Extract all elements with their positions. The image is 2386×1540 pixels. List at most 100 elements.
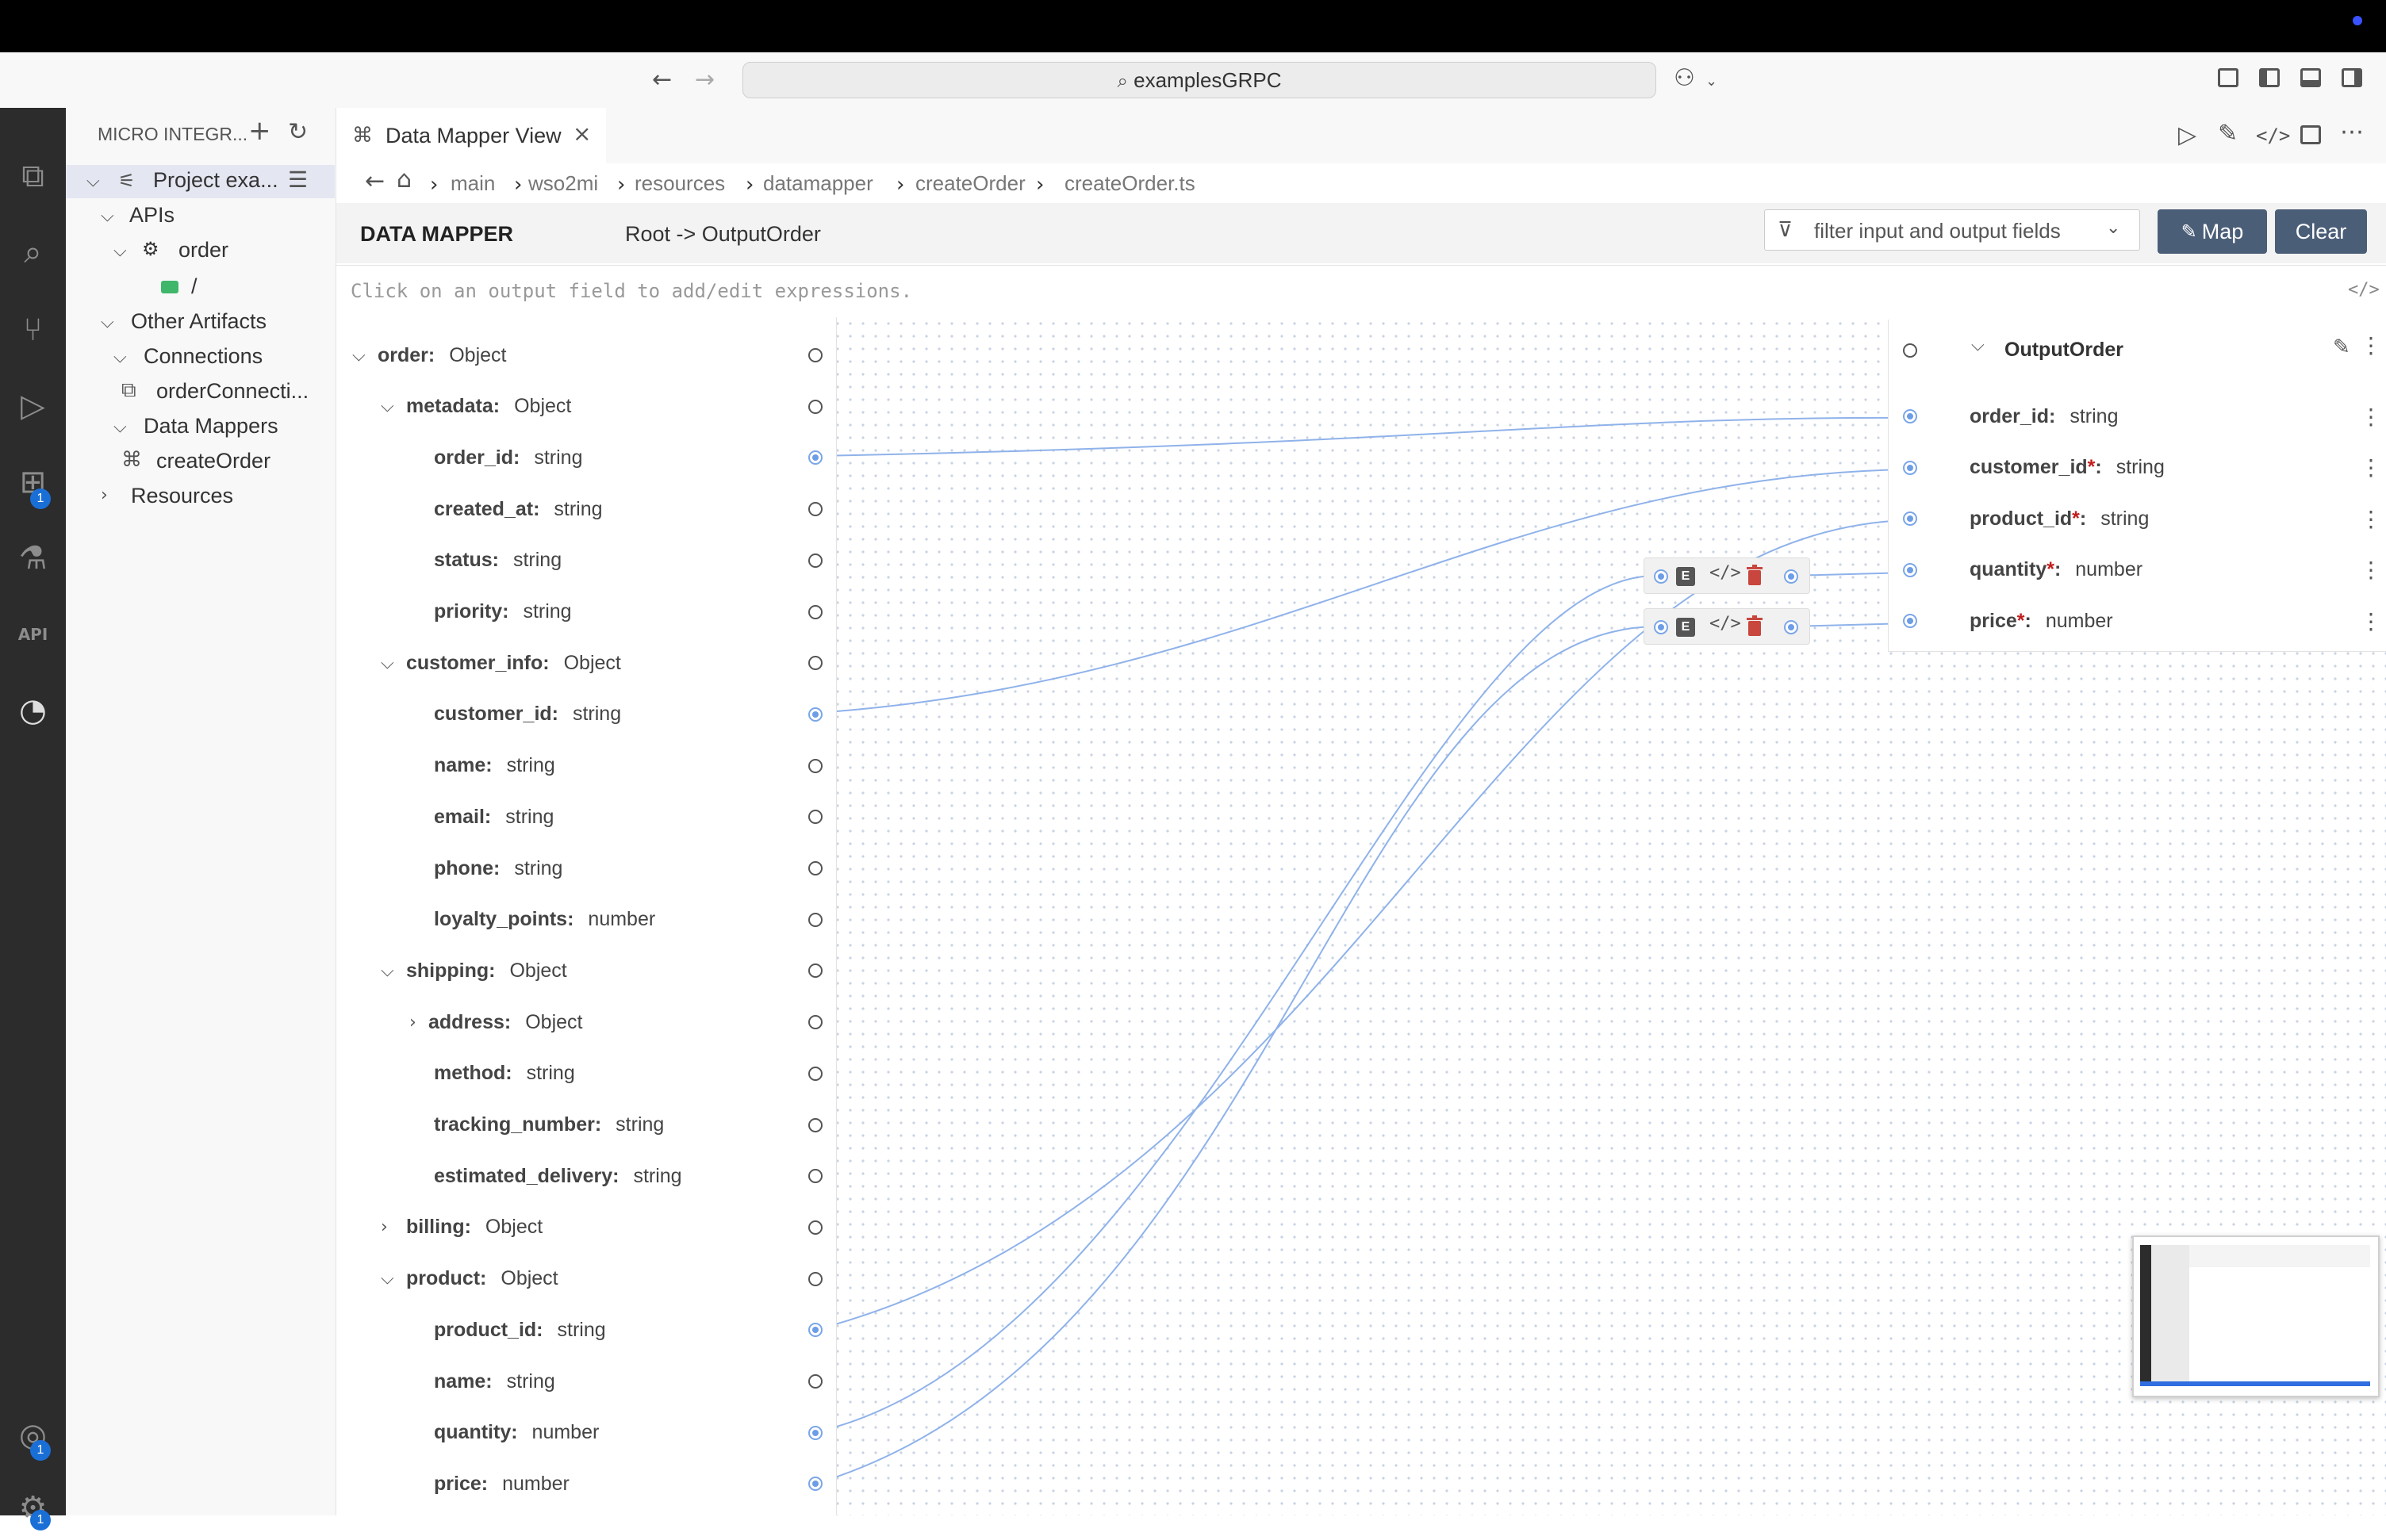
input-port[interactable] <box>808 450 823 465</box>
input-port[interactable] <box>808 1425 823 1440</box>
more-options-icon[interactable]: ⋮ <box>2360 404 2382 430</box>
more-options-icon[interactable]: ⋮ <box>2360 506 2382 532</box>
input-field-row[interactable]: email: string <box>336 791 836 842</box>
input-field-row[interactable]: name: string <box>336 741 836 791</box>
field-type: string <box>616 1113 665 1136</box>
input-port[interactable] <box>808 656 823 671</box>
chevron-down-icon[interactable]: ⌵ <box>381 1269 394 1289</box>
output-field-row[interactable]: order_id: string ⋮ <box>1889 391 2386 442</box>
input-port[interactable] <box>808 707 823 722</box>
input-field-row[interactable]: customer_id: string <box>336 689 836 740</box>
input-field-row[interactable]: product_id: string <box>336 1304 836 1355</box>
input-port[interactable] <box>808 1169 823 1184</box>
input-field-row[interactable]: ⌵ product: Object <box>336 1254 836 1304</box>
input-port[interactable] <box>808 810 823 825</box>
input-field-row[interactable]: created_at: string <box>336 484 836 534</box>
field-name: loyalty_points: <box>434 908 574 931</box>
code-icon[interactable]: </> <box>1709 563 1741 583</box>
input-field-row[interactable]: priority: string <box>336 587 836 638</box>
more-options-icon[interactable]: ⋮ <box>2360 608 2382 634</box>
input-port[interactable] <box>808 912 823 927</box>
input-field-row[interactable]: ⌵ shipping: Object <box>336 945 836 996</box>
field-type: string <box>514 856 563 879</box>
link-expression-node-quantity[interactable]: E </> <box>1644 557 1810 594</box>
input-field-row[interactable]: name: string <box>336 1356 836 1407</box>
chevron-down-icon[interactable]: ⌵ <box>381 961 394 981</box>
required-marker: * <box>2072 507 2080 530</box>
input-port[interactable] <box>808 963 823 979</box>
code-icon[interactable]: </> <box>1709 614 1741 634</box>
input-field-row[interactable]: price: number <box>336 1458 836 1509</box>
delete-icon[interactable] <box>1746 565 1763 587</box>
field-name: created_at: <box>434 497 540 520</box>
input-field-row[interactable]: tracking_number: string <box>336 1100 836 1151</box>
output-port[interactable] <box>1903 562 1917 577</box>
input-field-row[interactable]: loyalty_points: number <box>336 895 836 945</box>
input-port[interactable] <box>808 1374 823 1389</box>
field-type: string <box>633 1164 682 1187</box>
input-field-row[interactable]: ⌵ order: Object <box>336 330 836 381</box>
required-marker: * <box>2047 558 2054 581</box>
input-port[interactable] <box>808 399 823 414</box>
input-field-row[interactable]: ⌵ metadata: Object <box>336 381 836 432</box>
expression-icon[interactable]: E <box>1676 618 1695 637</box>
output-field-row[interactable]: product_id*: string ⋮ <box>1889 493 2386 544</box>
input-field-row[interactable]: › billing: Object <box>336 1202 836 1253</box>
input-port[interactable] <box>808 1015 823 1030</box>
input-port[interactable] <box>808 1323 823 1338</box>
chevron-down-icon[interactable]: ⌵ <box>352 346 366 366</box>
input-field-row[interactable]: status: string <box>336 535 836 586</box>
link-expression-node-price[interactable]: E </> <box>1644 608 1810 645</box>
input-port[interactable] <box>808 861 823 875</box>
minimap[interactable] <box>2132 1235 2380 1397</box>
input-port[interactable] <box>808 553 823 568</box>
output-port[interactable] <box>1903 511 1917 527</box>
input-port[interactable] <box>808 1477 823 1492</box>
input-port[interactable] <box>808 1220 823 1235</box>
input-field-row[interactable]: estimated_delivery: string <box>336 1151 836 1201</box>
input-port[interactable] <box>808 1066 823 1081</box>
more-options-icon[interactable]: ⋮ <box>2360 332 2382 358</box>
input-port[interactable] <box>808 604 823 619</box>
more-options-icon[interactable]: ⋮ <box>2360 454 2382 481</box>
output-field-row[interactable]: customer_id*: string ⋮ <box>1889 442 2386 493</box>
field-name: method: <box>434 1062 512 1085</box>
field-name: product_id <box>1970 507 2073 530</box>
input-field-row[interactable]: ⌵ customer_info: Object <box>336 638 836 688</box>
input-port[interactable] <box>808 1271 823 1286</box>
link-target-port[interactable] <box>1784 620 1798 634</box>
output-port[interactable] <box>1903 460 1917 475</box>
chevron-right-icon[interactable]: › <box>381 1217 388 1237</box>
output-field-row[interactable]: quantity*: number ⋮ <box>1889 545 2386 596</box>
expression-icon[interactable]: E <box>1676 567 1695 586</box>
input-port[interactable] <box>808 348 823 362</box>
input-port[interactable] <box>808 502 823 517</box>
link-source-port[interactable] <box>1654 620 1668 634</box>
input-port[interactable] <box>808 758 823 773</box>
field-name: email: <box>434 805 492 828</box>
input-field-row[interactable]: quantity: number <box>336 1408 836 1458</box>
delete-icon[interactable] <box>1746 615 1763 638</box>
input-field-row[interactable]: phone: string <box>336 843 836 894</box>
chevron-down-icon[interactable]: ⌵ <box>381 653 394 673</box>
input-field-row[interactable]: order_id: string <box>336 432 836 483</box>
link-target-port[interactable] <box>1784 569 1798 584</box>
chevron-right-icon[interactable]: › <box>409 1013 416 1032</box>
output-field-row[interactable]: price*: number ⋮ <box>1889 596 2386 646</box>
chevron-down-icon[interactable]: ⌵ <box>1971 335 1985 355</box>
input-field-label: created_at: string <box>434 498 603 521</box>
link-source-port[interactable] <box>1654 569 1668 584</box>
input-field-row[interactable]: › address: Object <box>336 997 836 1048</box>
output-root-port[interactable] <box>1903 343 1917 358</box>
chevron-down-icon[interactable]: ⌵ <box>381 396 394 416</box>
field-name: phone: <box>434 856 501 879</box>
input-port[interactable] <box>808 1117 823 1132</box>
input-field-row[interactable]: method: string <box>336 1048 836 1099</box>
output-port[interactable] <box>1903 614 1917 629</box>
edit-icon[interactable]: ✎ <box>2333 335 2350 359</box>
output-port[interactable] <box>1903 409 1917 423</box>
output-tree-panel: ⌵ OutputOrder ✎ ⋮ order_id: string ⋮ custom… <box>1888 320 2386 652</box>
input-field-label: loyalty_points: number <box>434 908 655 931</box>
input-field-label: name: string <box>434 1370 555 1393</box>
more-options-icon[interactable]: ⋮ <box>2360 557 2382 583</box>
